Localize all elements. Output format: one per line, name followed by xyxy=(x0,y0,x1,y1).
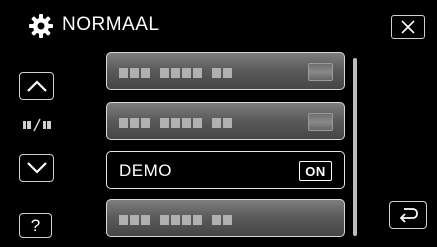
status-badge: ON xyxy=(299,161,332,181)
obscured-label xyxy=(119,67,234,78)
help-button[interactable]: ? xyxy=(19,213,52,238)
obscured-label xyxy=(119,117,234,128)
obscured-label xyxy=(119,214,234,225)
gear-icon xyxy=(29,14,53,38)
menu-item[interactable] xyxy=(106,52,345,90)
obscured-value xyxy=(308,113,333,131)
back-button[interactable] xyxy=(389,201,427,229)
scroll-up-button[interactable] xyxy=(19,72,54,100)
menu-item-demo[interactable]: DEMO ON xyxy=(106,151,345,189)
scrollbar[interactable] xyxy=(353,58,357,236)
close-icon xyxy=(401,20,415,34)
menu-item[interactable] xyxy=(106,102,345,140)
scroll-down-button[interactable] xyxy=(19,154,54,182)
obscured-value xyxy=(308,63,333,81)
page-indicator-icon xyxy=(22,118,54,132)
settings-screen: NORMAAL ? DEMO ON xyxy=(0,0,437,247)
chevron-up-icon xyxy=(26,80,47,92)
menu-item-label: DEMO xyxy=(119,161,172,180)
help-label: ? xyxy=(30,215,41,235)
page-title: NORMAAL xyxy=(62,14,160,35)
close-button[interactable] xyxy=(391,15,425,39)
return-icon xyxy=(399,208,418,223)
chevron-down-icon xyxy=(26,162,47,174)
menu-item[interactable] xyxy=(106,199,345,237)
